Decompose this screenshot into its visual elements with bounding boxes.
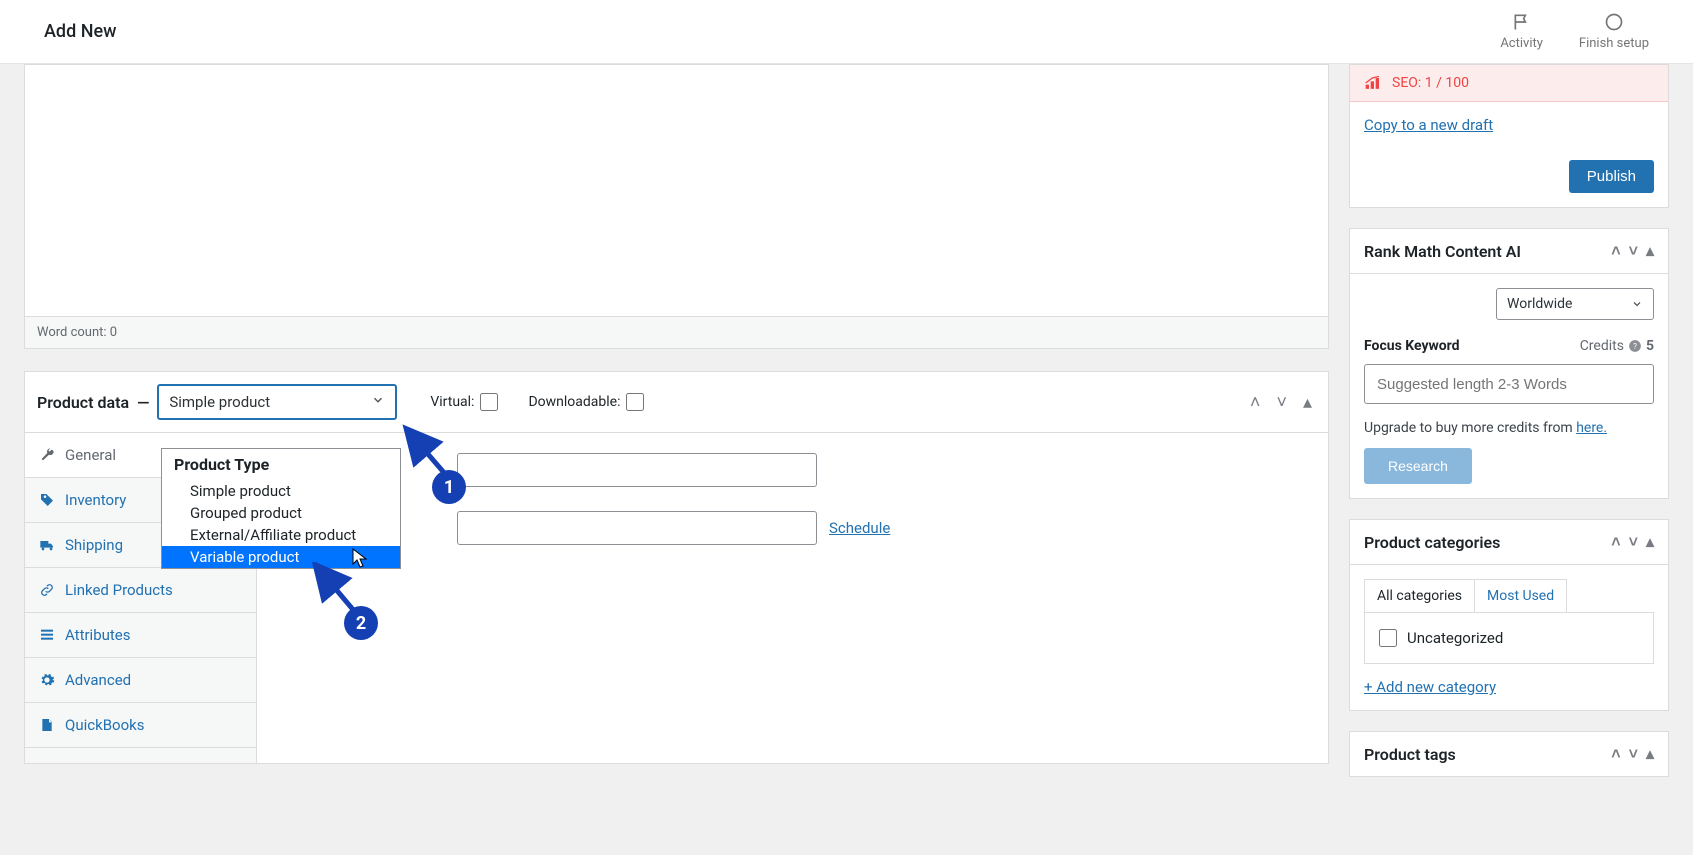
product-type-selected: Simple product bbox=[169, 393, 270, 411]
focus-keyword-field[interactable] bbox=[1364, 364, 1654, 404]
credits-label: Credits bbox=[1580, 338, 1624, 354]
virtual-checkbox-wrap[interactable]: Virtual: bbox=[430, 393, 498, 411]
panel-toggle-icon[interactable]: ▴ bbox=[1646, 241, 1654, 261]
editor-footer: Word count: 0 bbox=[25, 316, 1328, 348]
content-editor[interactable]: Word count: 0 bbox=[24, 64, 1329, 349]
scope-select[interactable]: Worldwide bbox=[1496, 288, 1654, 320]
tab-attributes[interactable]: Attributes bbox=[25, 613, 256, 658]
tab-shipping-label: Shipping bbox=[65, 536, 123, 554]
link-icon bbox=[39, 582, 55, 598]
seo-score-bar: SEO: 1 / 100 bbox=[1350, 65, 1668, 102]
panel-down-icon[interactable]: ˅ bbox=[1629, 532, 1638, 552]
copy-to-draft-link[interactable]: Copy to a new draft bbox=[1364, 116, 1493, 134]
credits-value: 5 bbox=[1646, 338, 1654, 354]
header-actions: Activity Finish setup bbox=[1500, 12, 1649, 51]
rankmath-title: Rank Math Content AI bbox=[1364, 242, 1521, 261]
panel-toggle-icon[interactable]: ▴ bbox=[1646, 532, 1654, 552]
category-uncategorized[interactable]: Uncategorized bbox=[1379, 629, 1639, 647]
tab-quickbooks[interactable]: QuickBooks bbox=[25, 703, 256, 748]
publish-button[interactable]: Publish bbox=[1569, 160, 1654, 193]
tab-quickbooks-label: QuickBooks bbox=[65, 716, 145, 734]
annotation-badge-2: 2 bbox=[344, 606, 378, 640]
panel-toggle-icon[interactable]: ▴ bbox=[1646, 744, 1654, 764]
tab-linked-label: Linked Products bbox=[65, 581, 173, 599]
schedule-link[interactable]: Schedule bbox=[829, 519, 890, 537]
tab-advanced-label: Advanced bbox=[65, 671, 131, 689]
cat-tab-most-used[interactable]: Most Used bbox=[1475, 580, 1566, 612]
chevron-down-icon bbox=[1631, 298, 1643, 310]
add-category-link[interactable]: + Add new category bbox=[1364, 678, 1496, 696]
activity-button[interactable]: Activity bbox=[1500, 12, 1543, 51]
upgrade-text: Upgrade to buy more credits from here. bbox=[1364, 420, 1654, 436]
tab-attributes-label: Attributes bbox=[65, 626, 131, 644]
seo-score-label: SEO: 1 / 100 bbox=[1392, 75, 1469, 91]
flag-icon bbox=[1512, 12, 1532, 32]
scope-value: Worldwide bbox=[1507, 296, 1572, 312]
seo-icon bbox=[1364, 76, 1384, 90]
product-type-select[interactable]: Simple product bbox=[157, 384, 397, 420]
product-data-title: Product data bbox=[37, 393, 129, 412]
circle-icon bbox=[1604, 12, 1624, 32]
virtual-checkbox[interactable] bbox=[480, 393, 498, 411]
dropdown-group-label: Product Type bbox=[162, 449, 400, 480]
regular-price-field[interactable] bbox=[457, 453, 817, 487]
activity-label: Activity bbox=[1500, 36, 1543, 51]
downloadable-label: Downloadable: bbox=[528, 394, 620, 410]
page-title: Add New bbox=[44, 21, 116, 42]
research-button[interactable]: Research bbox=[1364, 448, 1472, 484]
wrench-icon bbox=[39, 447, 55, 463]
tab-inventory-label: Inventory bbox=[65, 491, 126, 509]
svg-text:?: ? bbox=[1633, 341, 1637, 351]
upgrade-link[interactable]: here. bbox=[1576, 420, 1607, 436]
downloadable-checkbox[interactable] bbox=[626, 393, 644, 411]
panel-up-icon[interactable]: ˄ bbox=[1611, 532, 1620, 552]
downloadable-checkbox-wrap[interactable]: Downloadable: bbox=[528, 393, 644, 411]
top-header: Add New Activity Finish setup bbox=[0, 0, 1693, 64]
cursor-icon bbox=[352, 548, 368, 568]
tab-advanced[interactable]: Advanced bbox=[25, 658, 256, 703]
panel-up-icon[interactable]: ˄ bbox=[1611, 744, 1620, 764]
gear-icon bbox=[39, 672, 55, 688]
list-icon bbox=[39, 627, 55, 643]
product-tags-box: Product tags ˄ ˅ ▴ bbox=[1349, 731, 1669, 777]
panel-down-icon[interactable]: ˅ bbox=[1272, 390, 1291, 415]
panel-down-icon[interactable]: ˅ bbox=[1629, 241, 1638, 261]
tab-linked-products[interactable]: Linked Products bbox=[25, 568, 256, 613]
product-tags-title: Product tags bbox=[1364, 745, 1456, 764]
document-icon bbox=[39, 717, 55, 733]
cat-tab-all[interactable]: All categories bbox=[1365, 580, 1475, 612]
rankmath-box: Rank Math Content AI ˄ ˅ ▴ Worldwide Foc… bbox=[1349, 228, 1669, 499]
categories-title: Product categories bbox=[1364, 533, 1500, 552]
tag-icon bbox=[39, 492, 55, 508]
option-simple-product[interactable]: Simple product bbox=[162, 480, 400, 502]
option-external-product[interactable]: External/Affiliate product bbox=[162, 524, 400, 546]
chevron-down-icon bbox=[371, 393, 385, 411]
finish-setup-button[interactable]: Finish setup bbox=[1579, 12, 1649, 51]
finish-setup-label: Finish setup bbox=[1579, 36, 1649, 51]
option-grouped-product[interactable]: Grouped product bbox=[162, 502, 400, 524]
tab-general-label: General bbox=[65, 446, 116, 464]
uncategorized-label: Uncategorized bbox=[1407, 629, 1503, 647]
word-count: Word count: 0 bbox=[37, 325, 117, 340]
publish-box: SEO: 1 / 100 Copy to a new draft Publish bbox=[1349, 64, 1669, 208]
panel-toggle-icon[interactable]: ▴ bbox=[1299, 390, 1316, 415]
panel-down-icon[interactable]: ˅ bbox=[1629, 744, 1638, 764]
panel-up-icon[interactable]: ˄ bbox=[1611, 241, 1620, 261]
sale-price-field[interactable] bbox=[457, 511, 817, 545]
virtual-label: Virtual: bbox=[430, 394, 474, 410]
truck-icon bbox=[39, 537, 55, 553]
help-icon[interactable]: ? bbox=[1628, 339, 1642, 353]
panel-up-icon[interactable]: ˄ bbox=[1246, 390, 1265, 415]
uncategorized-checkbox[interactable] bbox=[1379, 629, 1397, 647]
focus-keyword-label: Focus Keyword bbox=[1364, 338, 1460, 354]
annotation-badge-1: 1 bbox=[432, 470, 466, 504]
product-categories-box: Product categories ˄ ˅ ▴ All categories … bbox=[1349, 519, 1669, 711]
dash: — bbox=[137, 393, 149, 412]
